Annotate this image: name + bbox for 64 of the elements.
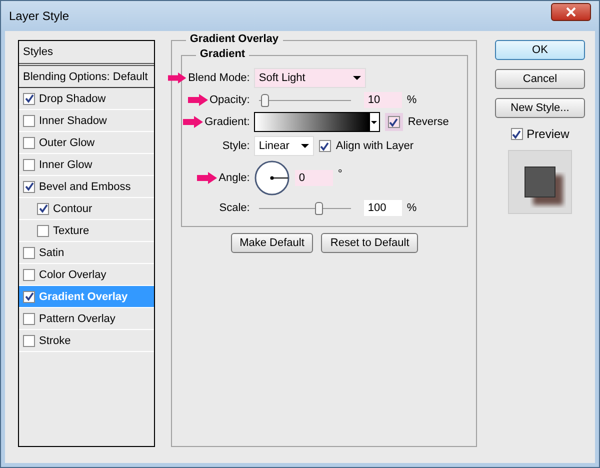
- checkbox[interactable]: [23, 312, 35, 324]
- group-title: Gradient: [196, 48, 250, 60]
- window-title: Layer Style: [9, 9, 70, 23]
- caret-icon: [371, 120, 378, 124]
- checkbox[interactable]: [23, 268, 35, 280]
- checkbox[interactable]: [23, 158, 35, 170]
- field-label: Blend Mode:: [188, 72, 250, 84]
- style-item[interactable]: Outer Glow: [19, 132, 154, 154]
- checkbox[interactable]: [37, 202, 49, 214]
- arrow-icon: [182, 116, 203, 128]
- checkbox-label: Align with Layer: [336, 140, 414, 152]
- style-item[interactable]: Texture: [19, 220, 154, 242]
- unit-label: %: [406, 202, 417, 214]
- blend-mode-dropdown[interactable]: Soft Light: [254, 68, 366, 88]
- field-label: Angle:: [218, 172, 250, 184]
- list-header: Styles: [23, 46, 53, 58]
- gradient-picker[interactable]: [254, 112, 380, 132]
- checkbox[interactable]: [23, 180, 35, 192]
- checkbox[interactable]: [23, 92, 35, 104]
- caret-icon: [300, 144, 309, 148]
- arrow-icon: [196, 172, 217, 184]
- style-item[interactable]: Pattern Overlay: [19, 308, 154, 330]
- checkbox[interactable]: [23, 334, 35, 346]
- checkbox[interactable]: [23, 136, 35, 148]
- dialog-button[interactable]: New Style...: [495, 98, 585, 118]
- panel-button[interactable]: Reset to Default: [321, 233, 418, 253]
- style-item[interactable]: Stroke: [19, 330, 154, 352]
- opacity-field[interactable]: 10: [364, 92, 402, 108]
- style-item[interactable]: Satin: [19, 242, 154, 264]
- style-dropdown[interactable]: Linear: [254, 136, 314, 156]
- preview-thumbnail: [508, 150, 572, 214]
- checkbox[interactable]: [23, 246, 35, 258]
- checkbox-label: Preview: [526, 127, 570, 141]
- field-label: Opacity:: [210, 94, 250, 106]
- dialog-button[interactable]: Cancel: [495, 69, 585, 89]
- style-item[interactable]: Contour: [19, 198, 154, 220]
- arrow-icon: [188, 94, 208, 106]
- unit-label: %: [406, 94, 417, 106]
- checkbox[interactable]: [318, 140, 331, 152]
- arrow-icon: [168, 72, 186, 84]
- checkbox[interactable]: [388, 116, 400, 128]
- caret-icon: [352, 76, 361, 80]
- checkbox[interactable]: [510, 128, 523, 140]
- style-item[interactable]: Inner Glow: [19, 154, 154, 176]
- style-item[interactable]: Inner Shadow: [19, 110, 154, 132]
- close-button[interactable]: [551, 3, 591, 21]
- style-item[interactable]: Blending Options: Default: [19, 66, 154, 88]
- checkbox-label: Reverse: [408, 116, 449, 128]
- dialog-button[interactable]: OK: [495, 40, 585, 60]
- field-label: Style:: [222, 140, 250, 152]
- checkbox[interactable]: [37, 224, 49, 236]
- scale-field[interactable]: 100: [364, 200, 402, 216]
- group-title: Gradient Overlay: [186, 33, 283, 45]
- checkbox[interactable]: [23, 114, 35, 126]
- style-item[interactable]: Bevel and Emboss: [19, 176, 154, 198]
- unit-label: °: [338, 168, 342, 180]
- close-icon: [566, 7, 576, 17]
- style-item[interactable]: Drop Shadow: [19, 88, 154, 110]
- angle-field[interactable]: 0: [294, 170, 333, 186]
- field-label: Gradient:: [204, 116, 250, 128]
- panel-button[interactable]: Make Default: [230, 233, 314, 253]
- angle-dial[interactable]: [254, 160, 290, 196]
- field-label: Scale:: [219, 202, 250, 214]
- checkbox[interactable]: [23, 290, 35, 302]
